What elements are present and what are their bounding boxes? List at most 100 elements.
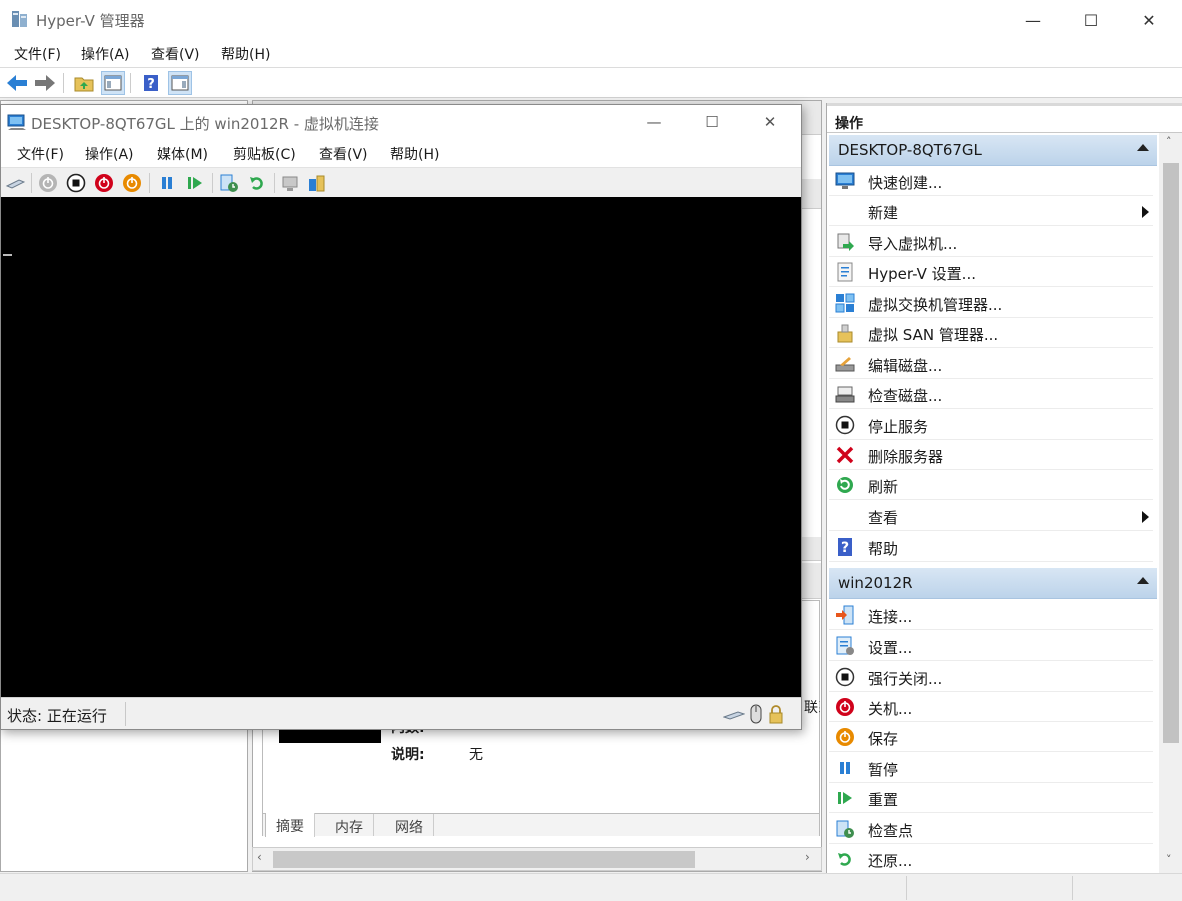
action-hyperv-settings[interactable]: Hyper-V 设置... [829,257,1153,287]
vm-close-button[interactable]: ✕ [741,105,799,139]
action-virtual-switch-manager[interactable]: 虚拟交换机管理器... [829,288,1153,318]
up-folder-button[interactable] [72,71,96,95]
ctrl-alt-del-button[interactable] [3,171,27,195]
action-label: 查看 [868,509,899,527]
group-header-vm[interactable]: win2012R [829,568,1157,599]
tab-summary[interactable]: 摘要 [265,813,315,837]
tab-memory[interactable]: 内存 [325,814,374,836]
action-edit-disk[interactable]: 编辑磁盘... [829,349,1153,379]
save-state-button[interactable] [120,171,144,195]
revert-button[interactable] [245,171,269,195]
group-header-host[interactable]: DESKTOP-8QT67GL [829,135,1157,166]
help-toolbar-button[interactable]: ? [139,71,163,95]
show-hide-console-tree-button[interactable] [101,71,125,95]
action-new[interactable]: 新建 [829,196,1153,226]
horizontal-scrollbar[interactable]: ‹ › [252,847,822,871]
vm-menu-clipboard[interactable]: 剪贴板(C) [233,144,296,164]
action-connect[interactable]: 连接... [829,600,1153,630]
pause-button[interactable] [155,171,179,195]
action-label: 检查点 [868,822,914,840]
action-save[interactable]: 保存 [829,722,1153,752]
show-hide-action-pane-button[interactable] [168,71,192,95]
main-toolbar: ? [0,68,1182,98]
turn-off-button[interactable] [64,171,88,195]
action-view[interactable]: 查看 [829,501,1153,531]
horizontal-scroll-thumb[interactable] [273,851,695,868]
collapse-arrow-icon[interactable] [1137,144,1149,151]
vm-display-screen[interactable] [1,197,801,697]
menu-file[interactable]: 文件(F) [14,44,61,64]
remove-server-icon [835,445,855,465]
actions-vertical-scrollbar[interactable]: ˄ ˅ [1159,133,1182,873]
action-turn-off[interactable]: 强行关闭... [829,662,1153,692]
vm-window-title: DESKTOP-8QT67GL 上的 win2012R - 虚拟机连接 [31,115,379,133]
action-label: Hyper-V 设置... [868,265,976,283]
minimize-button[interactable]: — [1004,0,1062,40]
scroll-up-icon[interactable]: ˄ [1166,135,1172,148]
turn-off-stop-icon [66,173,86,193]
action-inspect-disk[interactable]: 检查磁盘... [829,379,1153,409]
checkpoint-button[interactable] [217,171,241,195]
pause-icon [162,177,172,189]
vm-connection-window: DESKTOP-8QT67GL 上的 win2012R - 虚拟机连接 — ☐ … [0,104,802,730]
action-help[interactable]: ? 帮助 [829,532,1153,562]
menu-action[interactable]: 操作(A) [81,44,130,64]
svg-text:?: ? [147,77,155,92]
turn-off-icon [835,667,855,687]
vm-menu-file[interactable]: 文件(F) [17,144,64,164]
shutdown-button[interactable] [92,171,116,195]
action-reset[interactable]: 重置 [829,783,1153,813]
scroll-right-icon[interactable]: › [805,850,810,864]
pause-icon [835,758,855,778]
action-remove-server[interactable]: 删除服务器 [829,440,1153,470]
menu-view[interactable]: 查看(V) [151,44,200,64]
close-button[interactable]: ✕ [1120,0,1178,40]
start-button[interactable] [36,171,60,195]
save-power-icon [123,174,141,192]
toolbar-separator [130,73,131,93]
vm-minimize-button[interactable]: — [625,105,683,139]
vm-maximize-button[interactable]: ☐ [683,105,741,139]
action-settings[interactable]: 设置... [829,631,1153,661]
vm-menu-view[interactable]: 查看(V) [319,144,368,164]
action-quick-create[interactable]: 快速创建... [829,166,1153,196]
vm-menu-help[interactable]: 帮助(H) [390,144,439,164]
action-stop-service[interactable]: 停止服务 [829,410,1153,440]
action-checkpoint[interactable]: 检查点 [829,814,1153,844]
menu-help[interactable]: 帮助(H) [221,44,270,64]
action-label: 刷新 [868,478,899,496]
toolbar-separator [63,73,64,93]
action-revert[interactable]: 还原... [829,844,1153,873]
reset-icon [835,788,855,808]
share-button[interactable] [305,171,329,195]
hyperv-settings-icon [835,262,855,282]
forward-arrow-icon [35,75,55,91]
action-import-vm[interactable]: 导入虚拟机... [829,227,1153,257]
action-refresh[interactable]: 刷新 [829,470,1153,500]
tab-network[interactable]: 网络 [385,814,434,836]
share-icon [309,175,325,192]
reset-button[interactable] [183,171,207,195]
enhanced-session-button[interactable] [279,171,303,195]
vertical-scroll-thumb[interactable] [1163,163,1179,743]
status-segment [1072,876,1182,900]
vm-menu-media[interactable]: 媒体(M) [157,144,208,164]
vm-menu-action[interactable]: 操作(A) [85,144,134,164]
action-label: 新建 [868,204,899,222]
scroll-left-icon[interactable]: ‹ [257,850,262,864]
maximize-button[interactable]: ☐ [1062,0,1120,40]
connect-icon [835,605,855,625]
action-virtual-san-manager[interactable]: 虚拟 SAN 管理器... [829,318,1153,348]
stop-service-icon [835,415,855,435]
action-label: 虚拟 SAN 管理器... [868,326,999,344]
action-pause[interactable]: 暂停 [829,753,1153,783]
forward-button[interactable] [33,71,57,95]
action-pane-icon [171,75,189,91]
action-label: 编辑磁盘... [868,357,943,375]
action-label: 删除服务器 [868,448,944,466]
scroll-down-icon[interactable]: ˅ [1166,853,1172,866]
description-label: 说明: [391,747,425,763]
action-shutdown[interactable]: 关机... [829,692,1153,722]
back-button[interactable] [5,71,29,95]
collapse-arrow-icon[interactable] [1137,577,1149,584]
